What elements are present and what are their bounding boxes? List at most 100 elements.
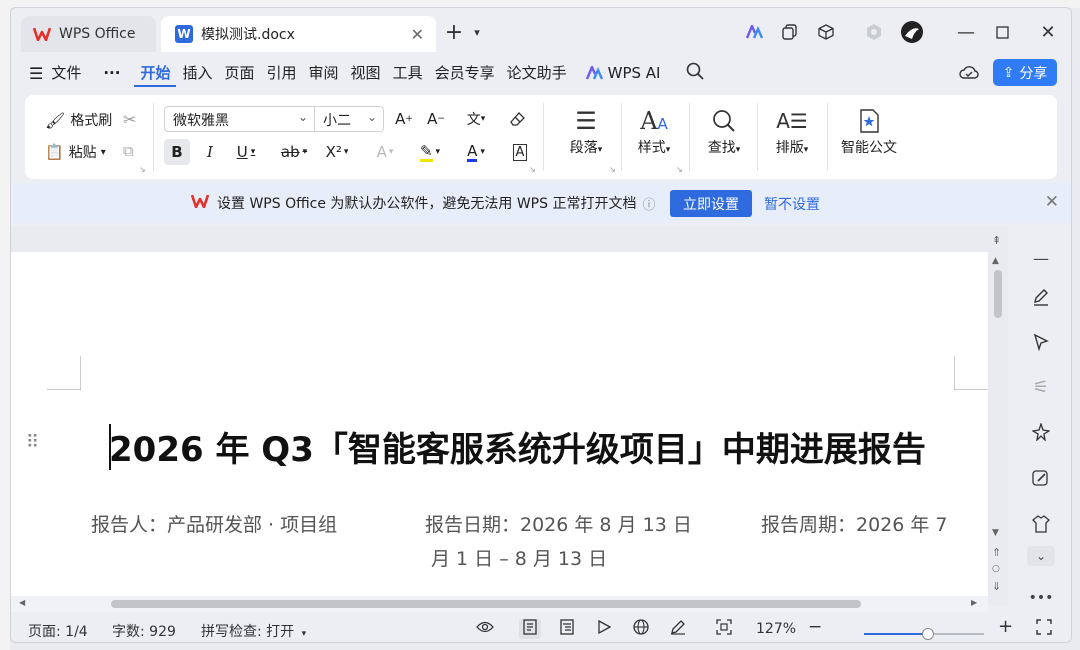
report-period-text[interactable]: 报告周期：2026 年 7	[761, 510, 948, 537]
grow-font-icon[interactable]: A +	[393, 106, 415, 132]
strikethrough-button[interactable]: ab ▾	[277, 139, 311, 165]
italic-button[interactable]: I	[199, 139, 221, 165]
tab-wps-office[interactable]: WPS Office	[21, 16, 156, 52]
menu-insert[interactable]: 插入	[176, 59, 218, 87]
menu-thesis[interactable]: 论文助手	[501, 59, 573, 87]
web-view-icon[interactable]	[630, 619, 652, 639]
minimize-icon[interactable]: —	[955, 20, 977, 44]
zoom-in-icon[interactable]: +	[998, 616, 1013, 637]
search-icon[interactable]	[686, 62, 705, 84]
report-date-text[interactable]: 报告日期：2026 年 8 月 13 日	[425, 510, 692, 537]
format-painter-button[interactable]: 🖌 格式刷	[45, 110, 112, 130]
close-tab-icon[interactable]: ✕	[411, 25, 424, 44]
cut-icon[interactable]: ✂	[123, 110, 136, 129]
horizontal-scrollbar[interactable]: ◀ ▶	[11, 596, 988, 612]
write-mode-icon[interactable]	[667, 619, 689, 639]
document-page[interactable]: ⠿ 2026 年 Q3「智能客服系统升级项目」中期进展报告 报告人：产品研发部 …	[11, 252, 988, 612]
report-period-text-cont[interactable]: 月 1 日 – 8 月 13 日	[431, 544, 607, 571]
page-view-icon[interactable]	[519, 619, 541, 639]
prev-page-icon[interactable]: ⇑	[992, 546, 1001, 559]
zoom-slider-knob[interactable]	[921, 628, 934, 640]
scroll-down-icon[interactable]: ▼	[992, 528, 999, 538]
close-notice-icon[interactable]: ✕	[1045, 192, 1059, 212]
word-count[interactable]: 字数: 929	[112, 621, 176, 641]
vertical-scroll-thumb[interactable]	[994, 270, 1002, 318]
eye-icon[interactable]	[474, 619, 496, 638]
scroll-right-icon[interactable]: ▶	[971, 598, 977, 607]
sparkle-star-icon[interactable]	[1025, 416, 1057, 448]
zoom-out-icon[interactable]: −	[808, 617, 822, 637]
window-copy-icon[interactable]	[779, 20, 801, 44]
reporter-text[interactable]: 报告人：产品研发部 · 项目组	[91, 510, 337, 537]
spell-check-status[interactable]: 拼写检查: 打开 ▾	[201, 621, 306, 641]
menu-wps-ai[interactable]: WPS AI	[579, 59, 667, 87]
zoom-slider[interactable]	[864, 628, 984, 640]
shrink-font-icon[interactable]: A −	[425, 106, 447, 132]
underline-button[interactable]: U ▾	[231, 139, 261, 165]
menu-member[interactable]: 会员专享	[429, 59, 501, 87]
smart-doc-button[interactable]: 智能公文	[833, 105, 905, 157]
text-effect-button[interactable]: A ▾	[369, 139, 401, 165]
tab-list-chevron-icon[interactable]: ▾	[469, 20, 485, 44]
page-count[interactable]: 页面: 1/4	[28, 621, 88, 641]
zoom-level[interactable]: 127%	[756, 621, 796, 637]
play-icon[interactable]	[593, 619, 615, 638]
bold-button[interactable]: B	[164, 139, 190, 165]
fullscreen-icon[interactable]	[1033, 619, 1055, 639]
pen-icon[interactable]	[1025, 281, 1057, 313]
next-page-icon[interactable]: ⇓	[992, 580, 1001, 593]
page-up-icon[interactable]: ⇞	[992, 234, 1001, 247]
font-size-dropdown[interactable]: 小二 ⌄	[315, 107, 383, 131]
paste-button[interactable]: 📋 粘贴 ▾	[45, 142, 106, 162]
select-cursor-icon[interactable]	[1025, 326, 1057, 358]
more-options-icon[interactable]: •••	[1025, 582, 1057, 614]
menu-review[interactable]: 审阅	[303, 59, 345, 87]
scroll-up-icon[interactable]: ▲	[992, 256, 999, 266]
avatar[interactable]	[899, 20, 925, 44]
eraser-icon[interactable]	[507, 106, 529, 132]
cloud-sync-icon[interactable]	[959, 64, 979, 84]
layout-button[interactable]: A☰ 排版▾	[763, 105, 821, 157]
horizontal-scroll-thumb[interactable]	[111, 600, 861, 608]
scroll-left-icon[interactable]: ◀	[19, 598, 25, 607]
help-icon[interactable]: ⓘ	[642, 194, 655, 213]
cube-icon[interactable]	[815, 20, 837, 44]
outline-view-icon[interactable]	[556, 619, 578, 639]
phonetic-guide-icon[interactable]: 文 ▾	[459, 106, 493, 132]
menu-home[interactable]: 开始	[134, 59, 177, 87]
fit-page-icon[interactable]	[713, 619, 735, 639]
highlight-button[interactable]: ✎ ▾	[413, 139, 447, 165]
ai-write-icon[interactable]	[1025, 462, 1057, 494]
expand-font-icon[interactable]: ↘	[529, 165, 536, 174]
hexagon-icon[interactable]	[863, 20, 885, 44]
superscript-button[interactable]: X² ▾	[321, 139, 353, 165]
copy-icon[interactable]: ⧉	[123, 142, 134, 160]
vertical-scrollbar[interactable]: ⇞ ▲ ▼ ⇑ ○ ⇓	[989, 226, 1008, 606]
new-tab-icon[interactable]: +	[443, 20, 465, 45]
close-window-icon[interactable]: ✕	[1037, 20, 1059, 44]
maximize-icon[interactable]	[991, 20, 1013, 44]
theme-shirt-icon[interactable]	[1025, 508, 1057, 540]
not-now-link[interactable]: 暂不设置	[764, 194, 820, 214]
document-title[interactable]: 2026 年 Q3「智能客服系统升级项目」中期进展报告	[109, 422, 926, 471]
adjust-sliders-icon[interactable]: ⚟	[1025, 371, 1057, 403]
font-name-dropdown[interactable]: 微软雅黑 ⌄	[165, 107, 315, 131]
expand-clipboard-icon[interactable]: ↘	[139, 165, 146, 174]
expand-styles-icon[interactable]: ↘	[676, 165, 683, 174]
browse-object-icon[interactable]: ○	[992, 564, 1000, 574]
expand-panel-chevron-icon[interactable]: ⌄	[1027, 546, 1055, 566]
tab-document[interactable]: W 模拟测试.docx ✕	[161, 16, 436, 52]
hamburger-icon[interactable]: ☰	[29, 64, 43, 83]
wps-ai-logo-icon[interactable]	[743, 20, 765, 44]
char-border-icon[interactable]: A	[509, 139, 531, 165]
drag-handle-icon[interactable]: ⠿	[26, 432, 39, 453]
menu-references[interactable]: 引用	[261, 59, 303, 87]
share-button[interactable]: ⇪ 分享	[993, 59, 1057, 86]
set-default-button[interactable]: 立即设置	[670, 190, 752, 217]
more-icon[interactable]: ···	[97, 59, 126, 87]
font-selector[interactable]: 微软雅黑 ⌄ 小二 ⌄	[164, 106, 384, 132]
menu-page[interactable]: 页面	[219, 59, 261, 87]
menu-tools[interactable]: 工具	[387, 59, 429, 87]
paragraph-button[interactable]: ☰ 段落▾	[557, 105, 615, 157]
find-button[interactable]: 查找▾	[695, 105, 753, 157]
